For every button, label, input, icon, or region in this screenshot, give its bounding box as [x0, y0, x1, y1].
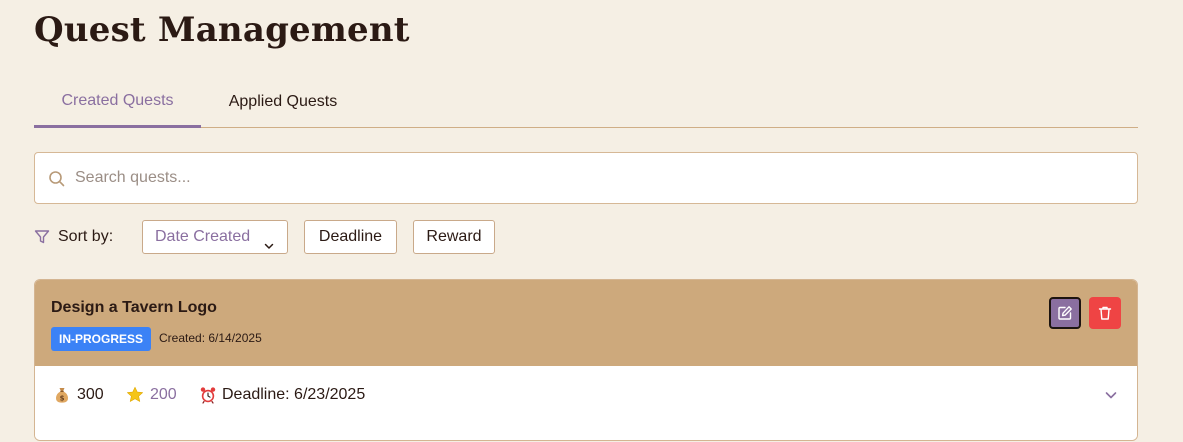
status-badge: IN-PROGRESS	[51, 327, 151, 351]
quest-card: Design a Tavern Logo IN-PROGRESS Created…	[34, 279, 1138, 441]
sort-label: Sort by:	[58, 228, 114, 245]
quest-card-body: $ 300 200 Deadline: 6/23/2025	[35, 366, 1137, 440]
quest-title: Design a Tavern Logo	[51, 299, 217, 316]
quest-management-page: Quest Management Created Quests Applied …	[0, 0, 1183, 442]
filter-icon	[34, 229, 50, 245]
edit-quest-button[interactable]	[1049, 297, 1081, 329]
tab-bar: Created Quests Applied Quests	[34, 78, 1138, 128]
tab-applied-quests[interactable]: Applied Quests	[201, 79, 365, 129]
delete-quest-button[interactable]	[1089, 297, 1121, 329]
chevron-down-icon[interactable]	[1103, 387, 1119, 403]
sort-deadline-button[interactable]: Deadline	[304, 220, 397, 254]
search-input[interactable]	[75, 153, 1115, 203]
edit-icon	[1058, 306, 1072, 320]
gold-reward: 300	[77, 386, 104, 403]
deadline-date: Deadline: 6/23/2025	[222, 386, 366, 403]
star-icon	[126, 386, 144, 404]
search-box	[34, 152, 1138, 204]
tab-created-quests[interactable]: Created Quests	[34, 78, 201, 128]
xp-reward: 200	[150, 386, 177, 403]
alarm-clock-icon	[199, 386, 217, 404]
svg-text:$: $	[60, 394, 65, 402]
sort-option-label: Date Created	[155, 228, 251, 245]
sort-reward-button[interactable]: Reward	[413, 220, 495, 254]
trash-icon	[1098, 306, 1112, 320]
money-bag-icon: $	[53, 386, 71, 404]
chevron-down-icon	[263, 232, 275, 249]
created-date: Created: 6/14/2025	[159, 331, 262, 345]
search-icon	[47, 169, 67, 189]
page-title: Quest Management	[34, 10, 410, 50]
sort-bar: Sort by: Date Created Deadline Reward	[34, 220, 634, 254]
quest-card-header: Design a Tavern Logo IN-PROGRESS Created…	[35, 280, 1137, 366]
sort-date-created-button[interactable]: Date Created	[142, 220, 288, 254]
